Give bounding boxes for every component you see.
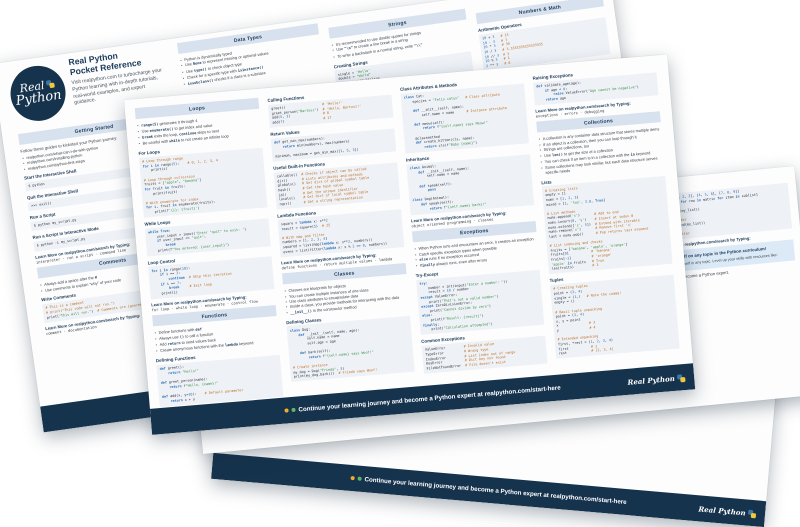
python-logo-icon [677,374,686,383]
column-raising-collections: Raising Exceptionsdef validate_age(age):… [532,61,680,362]
rocket-icon [284,408,288,412]
code-block: class Dog: def __init__(self, name, age)… [287,316,415,382]
column-calling-classes: Calling Functionsgreet() # 'Hello!'greet… [267,84,415,386]
book-icon [357,477,361,481]
code-block: # Loop through rangefor i in range(5): #… [139,147,268,218]
code-block: class Animal: def __init__(self, name): … [406,154,534,215]
code-block: # Creating tuplespoint = (3, 4)single = … [550,275,680,359]
python-logo-icon [46,80,55,89]
footer-brand-logo: Real Python [698,504,756,518]
code-block: try: number = int(input("Enter a number:… [416,269,544,335]
sheet-page2-front: Loopsrange(5) generates 0 through 4Use e… [124,54,695,434]
python-logo-icon [748,509,757,518]
book-icon [291,408,295,412]
column-class-exceptions: Class Attributes & Methodsclass Cat: spe… [400,73,548,377]
code-block: class Cat: species = "Felis catus" # Cla… [400,83,529,154]
footer-brand-logo: Real Python [627,373,685,387]
real-python-logo: Real Python [7,62,69,124]
footer-banner-page4: Continue your learning journey and becom… [211,453,766,527]
column-data-types: Data TypesPython is dynamically typedUse… [176,20,323,87]
column-loops-functions: Loopsrange(5) generates 0 through 4Use e… [134,95,283,410]
code-block: # Creating listsempty = []nums = [1, 2, … [542,176,673,274]
rocket-icon [350,476,354,480]
